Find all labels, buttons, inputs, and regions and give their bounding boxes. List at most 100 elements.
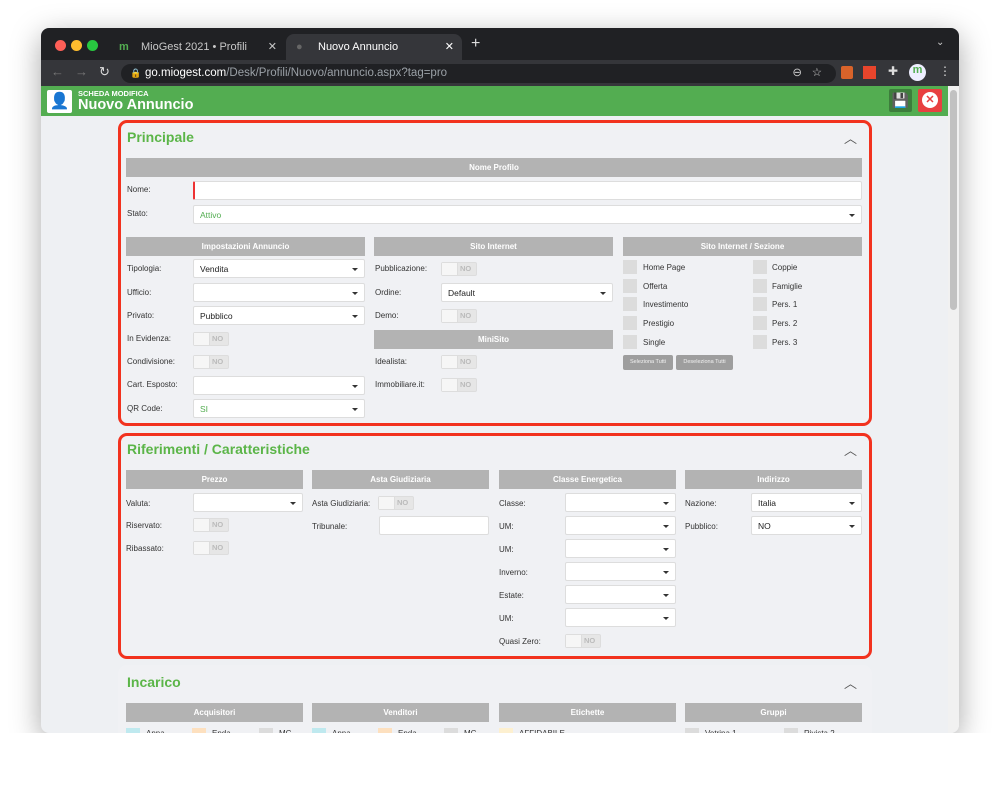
qr-code-select[interactable]: SI	[193, 399, 365, 418]
classe-select[interactable]	[565, 493, 676, 512]
estate-select[interactable]	[565, 585, 676, 604]
nazione-select[interactable]: Italia	[751, 493, 862, 512]
checkbox-label: Home Page	[643, 263, 686, 272]
close-x-icon: ✕	[922, 92, 938, 108]
field-label: Ribassato:	[126, 544, 164, 553]
field-label: Asta Giudiziaria:	[312, 499, 371, 508]
field-label: Quasi Zero:	[499, 637, 541, 646]
privato-select[interactable]: Pubblico	[193, 306, 365, 325]
section-riferimenti	[118, 433, 872, 659]
tipologia-select[interactable]: Vendita	[193, 259, 365, 278]
group-header: Sito Internet / Sezione	[623, 237, 862, 256]
field-label: UM:	[499, 614, 514, 623]
quasi-zero-toggle[interactable]: NO	[565, 634, 601, 648]
collapse-chevron-up-icon[interactable]: ︿	[844, 673, 857, 692]
field-label: Privato:	[127, 311, 155, 320]
riservato-toggle[interactable]: NO	[193, 518, 229, 532]
group-header: Etichette	[499, 703, 676, 722]
checkbox-label: Investimento	[643, 300, 689, 309]
asta-giudiziaria-toggle[interactable]: NO	[378, 496, 414, 510]
checkbox-label: Offerta	[643, 282, 668, 291]
group-header: Venditori	[312, 703, 489, 722]
checkbox-pers-3[interactable]	[753, 335, 767, 349]
field-label: UM:	[499, 522, 514, 531]
field-label: Ufficio:	[127, 288, 152, 297]
close-button[interactable]: ✕	[918, 89, 942, 112]
group-header: Impostazioni Annuncio	[126, 237, 365, 256]
save-button[interactable]: 💾	[889, 89, 912, 112]
field-label: Cart. Esposto:	[127, 380, 178, 389]
checkbox-investimento[interactable]	[623, 297, 637, 311]
condivisione-toggle[interactable]: NO	[193, 355, 229, 369]
checkbox-pers-1[interactable]	[753, 297, 767, 311]
group-header: Prezzo	[126, 470, 303, 489]
checkbox-label: Coppie	[772, 263, 798, 272]
ordine-select[interactable]: Default	[441, 283, 613, 302]
field-label: Tipologia:	[127, 264, 162, 273]
cartello-select[interactable]	[193, 376, 365, 395]
field-label: Classe:	[499, 499, 526, 508]
field-label: In Evidenza:	[127, 334, 172, 343]
checkbox-home-page[interactable]	[623, 260, 637, 274]
group-header: Indirizzo	[685, 470, 862, 489]
group-header: Classe Energetica	[499, 470, 676, 489]
tribunale-input[interactable]	[379, 516, 489, 535]
profile-user-icon: 👤	[47, 90, 72, 113]
section-title: Incarico	[127, 674, 181, 690]
checkbox-pers-2[interactable]	[753, 316, 767, 330]
um-select[interactable]	[565, 516, 676, 535]
group-header: Nome Profilo	[126, 158, 862, 177]
group-header: Asta Giudiziaria	[312, 470, 489, 489]
section-title: Riferimenti / Caratteristiche	[127, 441, 310, 457]
checkbox-offerta[interactable]	[623, 279, 637, 293]
checkbox-label: Pers. 2	[772, 319, 798, 328]
group-header: Acquisitori	[126, 703, 303, 722]
collapse-chevron-up-icon[interactable]: ︿	[844, 128, 857, 147]
stato-select[interactable]: Attivo	[193, 205, 862, 224]
field-label: Valuta:	[126, 499, 151, 508]
field-label: Immobiliare.it:	[375, 380, 425, 389]
pubblicazione-toggle[interactable]: NO	[441, 262, 477, 276]
checkbox-famiglie[interactable]	[753, 279, 767, 293]
idealista-toggle[interactable]: NO	[441, 355, 477, 369]
checkbox-prestigio[interactable]	[623, 316, 637, 330]
checkbox-label: Prestigio	[643, 319, 675, 328]
checkbox-coppie[interactable]	[753, 260, 767, 274]
immobiliare-toggle[interactable]: NO	[441, 378, 477, 392]
field-label: Pubblico:	[685, 522, 718, 531]
checkbox-label: Pers. 1	[772, 300, 798, 309]
field-label: Condivisione:	[127, 357, 176, 366]
inverno-select[interactable]	[565, 562, 676, 581]
field-label: Riservato:	[126, 521, 163, 530]
field-label: Nazione:	[685, 499, 717, 508]
demo-toggle[interactable]: NO	[441, 309, 477, 323]
page-title: Nuovo Annuncio	[78, 97, 194, 113]
group-header: Sito Internet	[374, 237, 613, 256]
window-bottom-mask	[0, 733, 1000, 788]
collapse-chevron-up-icon[interactable]: ︿	[844, 440, 857, 459]
valuta-select[interactable]	[193, 493, 303, 512]
pubblico-select[interactable]: NO	[751, 516, 862, 535]
um-select[interactable]	[565, 608, 676, 627]
in-evidenza-toggle[interactable]: NO	[193, 332, 229, 346]
checkbox-label: Single	[643, 338, 666, 347]
field-label: Nome:	[127, 185, 151, 194]
checkbox-label: Pers. 3	[772, 338, 798, 347]
checkbox-single[interactable]	[623, 335, 637, 349]
checkbox-label: Famiglie	[772, 282, 803, 291]
section-title: Principale	[127, 129, 194, 145]
select-all-button[interactable]: Seleziona Tutti	[623, 355, 673, 370]
group-header: MiniSito	[374, 330, 613, 349]
field-label: Ordine:	[375, 288, 402, 297]
field-label: Idealista:	[375, 357, 408, 366]
floppy-disk-icon: 💾	[891, 92, 910, 108]
deselect-all-button[interactable]: Deseleziona Tutti	[676, 355, 733, 370]
ribassato-toggle[interactable]: NO	[193, 541, 229, 555]
field-label: Pubblicazione:	[375, 264, 428, 273]
field-label: Stato:	[127, 209, 148, 218]
field-label: Estate:	[499, 591, 524, 600]
nome-input[interactable]	[193, 181, 862, 200]
field-label: Demo:	[375, 311, 399, 320]
ufficio-select[interactable]	[193, 283, 365, 302]
um-select[interactable]	[565, 539, 676, 558]
